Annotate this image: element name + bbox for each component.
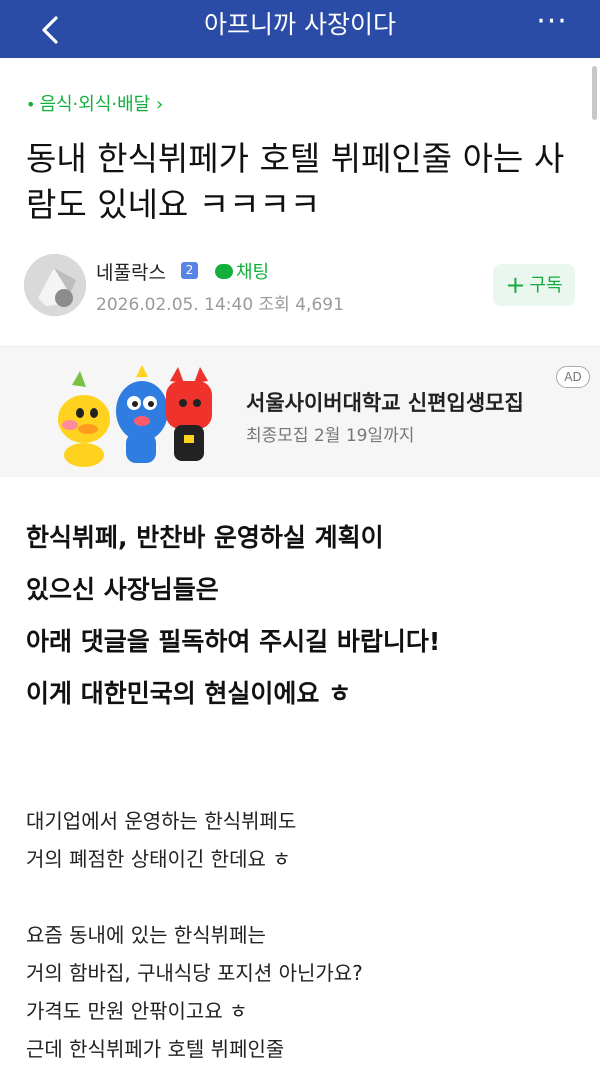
chat-label: 채팅 [236,262,270,283]
back-button[interactable] [30,8,74,52]
subscribe-label: 구독 [529,275,563,296]
ad-banner[interactable]: 서울사이버대학교 신편입생모집 최종모집 2월 19일까지 [0,346,600,477]
level-badge: 2 [181,262,198,279]
scrollbar[interactable] [592,66,597,120]
body-line: 가격도 만원 안팎이고요 ㅎ [26,999,248,1023]
lead-line: 이게 대한민국의 현실이에요 ㅎ [26,679,352,708]
chevron-left-icon [42,16,58,44]
lead-line: 있으신 사장님들은 [26,575,219,604]
bullet-icon: • [26,95,36,114]
body-line: 요즘 동내에 있는 한식뷔페는 [26,923,266,947]
page-title: 아프니까 사장이다 [204,10,396,39]
lead-line: 한식뷔페, 반찬바 운영하실 계획이 [26,523,384,552]
avatar-image [24,254,86,316]
ad-badge[interactable]: AD [556,366,590,388]
post-title: 동내 한식뷔페가 호텔 뷔페인줄 아는 사람도 있네요 ㅋㅋㅋㅋ [26,139,565,224]
body-line: 거의 함바집, 구내식당 포지션 아닌가요? [26,961,363,985]
views-label: 조회 [258,295,290,315]
plus-icon: + [505,271,526,299]
chat-bubble-icon [215,264,233,279]
category-label: 음식·외식·배달 [39,94,151,115]
ad-mascot-image [58,365,212,467]
subscribe-button[interactable]: + 구독 [493,264,575,306]
post-lead: 한식뷔페, 반찬바 운영하실 계획이 있으신 사장님들은 아래 댓글을 필독하여… [26,512,586,720]
category-link[interactable]: • 음식·외식·배달 › [26,90,163,116]
ad-subtitle: 최종모집 2월 19일까지 [246,426,415,446]
views-count: 4,691 [295,295,344,315]
ad-title: 서울사이버대학교 신편입생모집 [246,391,524,415]
body-line: 거의 폐점한 상태이긴 한데요 ㅎ [26,847,291,871]
chevron-right-icon: › [150,94,164,115]
body-line: 대기업에서 운영하는 한식뷔페도 [26,809,297,833]
author-name[interactable]: 네풀락스 [96,258,166,285]
post-datetime: 2026.02.05. 14:40 [96,295,254,315]
post-body: 대기업에서 운영하는 한식뷔페도 거의 폐점한 상태이긴 한데요 ㅎ 요즘 동내… [26,802,586,1068]
more-options-button[interactable]: ··· [532,7,572,40]
lead-line: 아래 댓글을 필독하여 주시길 바랍니다! [26,627,441,656]
avatar[interactable] [24,254,86,316]
top-app-bar: 아프니까 사장이다 ··· [0,0,600,58]
body-line: 근데 한식뷔페가 호텔 뷔페인줄 [26,1037,285,1061]
post-meta: 2026.02.05. 14:40 조회 4,691 [96,290,344,315]
chat-button[interactable]: 채팅 [215,258,269,284]
